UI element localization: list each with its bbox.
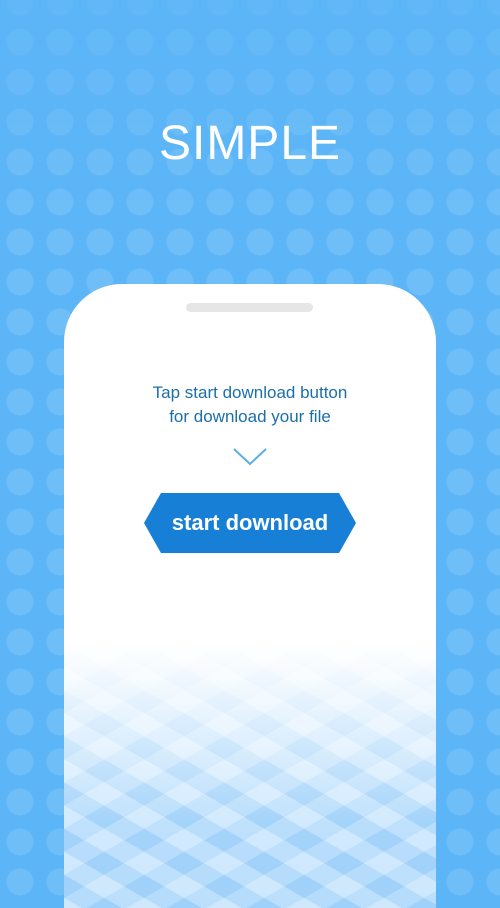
phone-speaker [186, 303, 313, 312]
cube-pattern-decoration [64, 644, 436, 908]
instruction-line-1: Tap start download button [152, 383, 348, 402]
chevron-down-icon [233, 448, 267, 466]
phone-frame: Tap start download button for download y… [64, 284, 436, 908]
instruction-text: Tap start download button for download y… [64, 381, 436, 429]
start-download-button[interactable]: start download [144, 493, 356, 553]
page-title: SIMPLE [158, 117, 342, 170]
instruction-line-2: for download your file [169, 407, 331, 426]
